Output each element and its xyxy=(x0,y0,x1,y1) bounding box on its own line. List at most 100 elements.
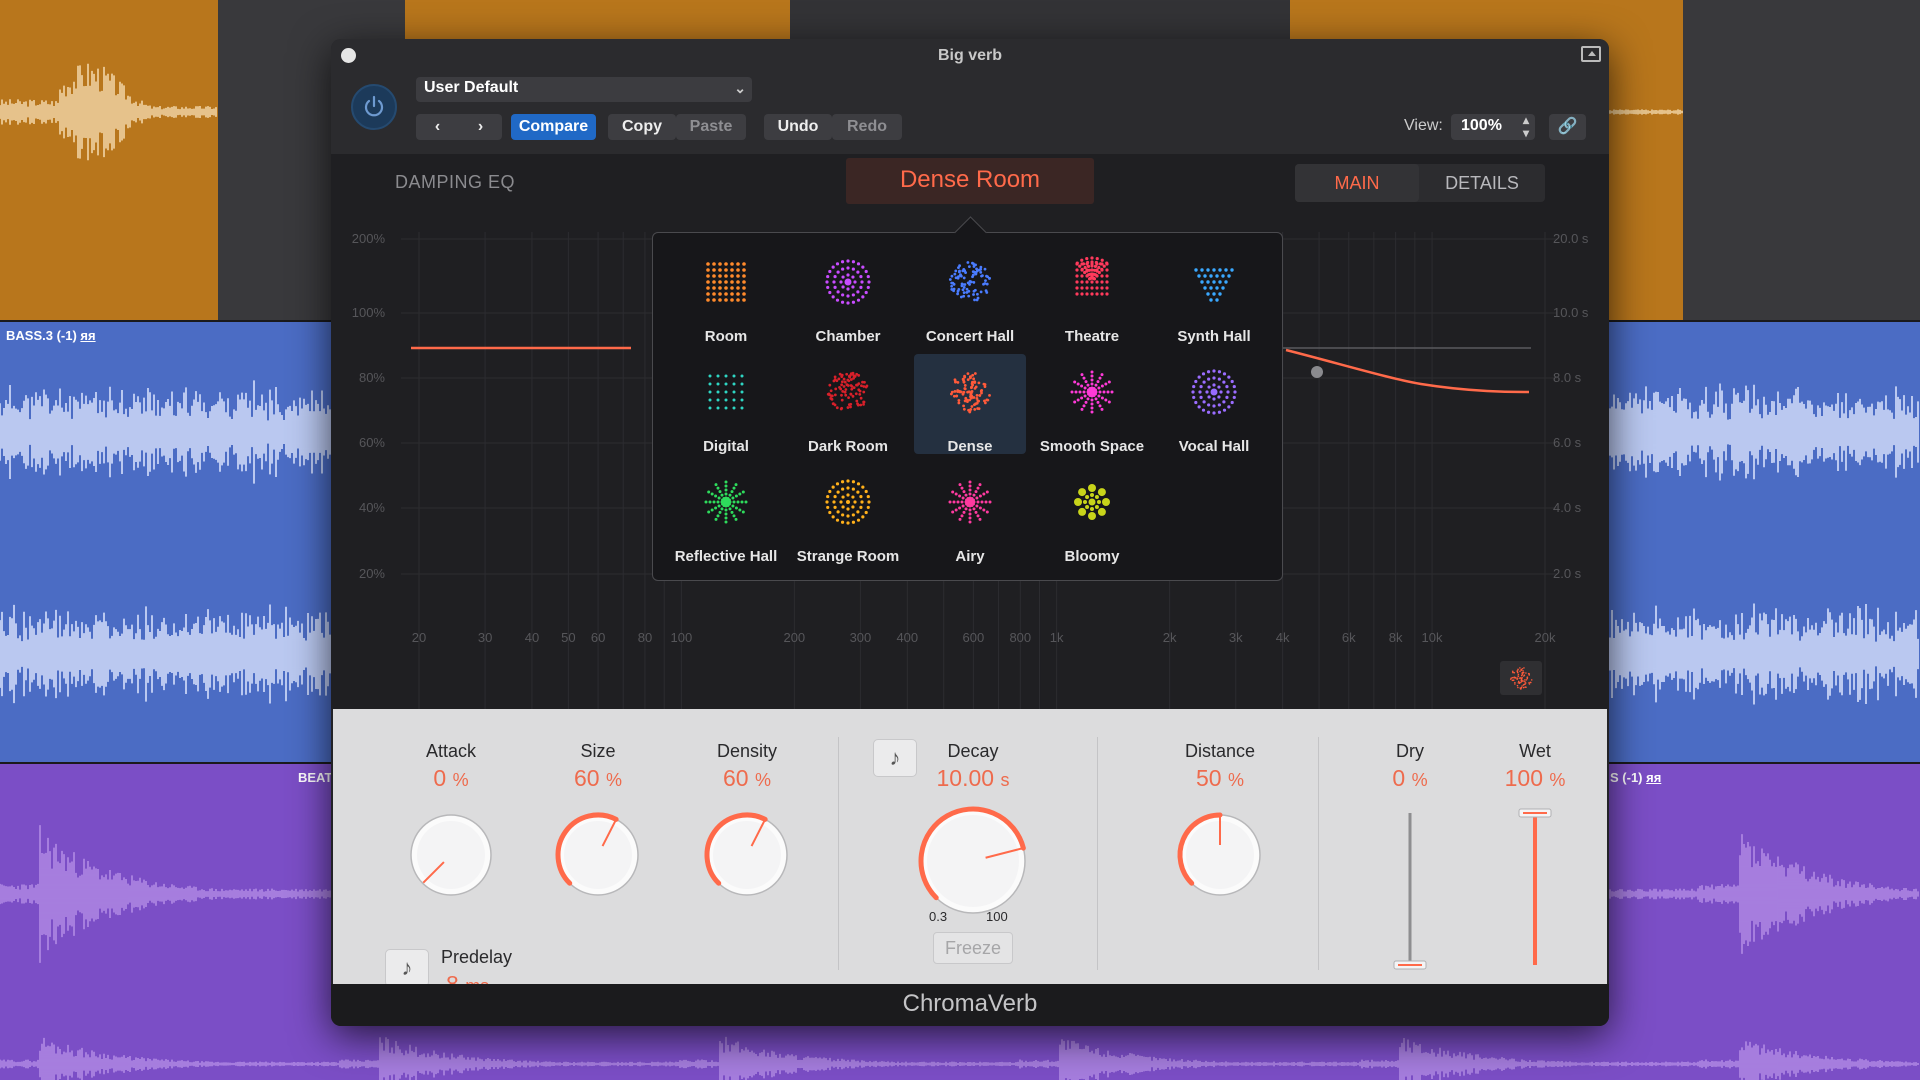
power-icon xyxy=(364,95,384,117)
wet-fader[interactable] xyxy=(1515,805,1555,975)
room-type-label: Chamber xyxy=(815,328,881,345)
room-type-airy[interactable]: Airy xyxy=(914,464,1026,565)
x-freq-label: 200 xyxy=(783,630,806,645)
stepper-icon: ▴ ▾ xyxy=(1522,113,1529,140)
room-ring-icon xyxy=(825,479,871,525)
room-type-smooth-space[interactable]: Smooth Space xyxy=(1036,354,1148,455)
room-star-icon xyxy=(1070,370,1114,414)
view-zoom-select[interactable]: 100% ▴ ▾ xyxy=(1451,114,1535,140)
dry-label: Dry xyxy=(1396,741,1424,761)
room-type-label: Bloomy xyxy=(1064,548,1120,565)
room-type-bloomy[interactable]: Bloomy xyxy=(1036,464,1148,565)
power-button[interactable] xyxy=(351,84,397,130)
room-type-label: Smooth Space xyxy=(1039,438,1145,455)
predelay-sync-button[interactable]: ♪ xyxy=(385,949,429,987)
density-knob[interactable] xyxy=(702,810,792,900)
decay-label: Decay xyxy=(947,741,999,761)
room-icon-button[interactable] xyxy=(1500,661,1542,695)
room-type-concert-hall[interactable]: Concert Hall xyxy=(914,244,1026,345)
next-preset-button[interactable]: › xyxy=(459,114,502,140)
tab-main[interactable]: MAIN xyxy=(1295,164,1419,202)
room-fan-icon xyxy=(1075,256,1109,296)
expand-icon[interactable] xyxy=(1581,46,1601,62)
distance-label: Distance xyxy=(1184,741,1256,761)
attack-label: Attack xyxy=(425,741,477,761)
room-type-reflective-hall[interactable]: Reflective Hall xyxy=(670,464,782,565)
y-right-label: 4.0 s xyxy=(1553,500,1582,515)
room-dense-icon xyxy=(948,261,991,302)
room-burst-icon xyxy=(948,480,992,524)
compare-button[interactable]: Compare xyxy=(511,114,596,140)
empty-lane xyxy=(1683,0,1920,320)
audio-region-top-left[interactable] xyxy=(0,0,218,320)
undo-button[interactable]: Undo xyxy=(764,114,832,140)
preset-selector[interactable]: User Default ⌄ xyxy=(416,77,752,102)
y-right-label: 2.0 s xyxy=(1553,566,1582,581)
music-note-icon: ♪ xyxy=(401,955,413,980)
divider xyxy=(1097,737,1098,970)
room-type-label: Digital xyxy=(703,438,749,455)
preset-nav-group: ‹ › xyxy=(416,114,502,140)
room-type-button[interactable]: Dense Room xyxy=(846,158,1094,204)
redo-button[interactable]: Redo xyxy=(832,114,902,140)
freeze-button[interactable]: Freeze xyxy=(933,932,1013,964)
view-label: View: xyxy=(1404,117,1443,134)
room-type-digital[interactable]: Digital xyxy=(670,354,782,455)
distance-knob[interactable] xyxy=(1175,810,1265,900)
prev-preset-button[interactable]: ‹ xyxy=(416,114,459,140)
room-type-room[interactable]: Room xyxy=(670,244,782,345)
room-type-theatre[interactable]: Theatre xyxy=(1036,244,1148,345)
wet-value[interactable]: 100 % xyxy=(1480,765,1590,792)
divider xyxy=(1318,737,1319,970)
density-value[interactable]: 60 % xyxy=(687,765,807,792)
x-freq-label: 100 xyxy=(670,630,693,645)
paste-button[interactable]: Paste xyxy=(676,114,746,140)
room-type-vocal-hall[interactable]: Vocal Hall xyxy=(1158,354,1270,455)
room-type-dark-room[interactable]: Dark Room xyxy=(792,354,904,455)
y-left-label: 100% xyxy=(351,305,385,320)
room-circle-icon xyxy=(825,259,871,305)
decay-knob[interactable] xyxy=(913,801,1033,921)
room-type-label: Dense xyxy=(947,438,993,455)
x-freq-label: 400 xyxy=(896,630,919,645)
link-button[interactable]: 🔗 xyxy=(1549,114,1586,140)
room-sparse-icon xyxy=(708,374,744,410)
chromaverb-window: Big verb User Default ⌄ ‹ › Compare Copy … xyxy=(331,39,1609,1026)
tab-details[interactable]: DETAILS xyxy=(1419,164,1545,202)
divider xyxy=(838,737,839,970)
attack-knob[interactable] xyxy=(406,810,496,900)
room-type-label: Concert Hall xyxy=(925,328,1015,345)
room-type-label: Theatre xyxy=(1064,328,1120,345)
dry-value[interactable]: 0 % xyxy=(1360,765,1460,792)
y-right-label: 8.0 s xyxy=(1553,370,1582,385)
room-type-dense[interactable]: Dense xyxy=(914,354,1026,455)
window-title: Big verb xyxy=(937,47,1002,64)
y-right-label: 6.0 s xyxy=(1553,435,1582,450)
distance-value[interactable]: 50 % xyxy=(1155,765,1285,792)
x-freq-label: 2k xyxy=(1162,630,1177,645)
y-right-label: 20.0 s xyxy=(1553,231,1589,246)
predelay-label: Predelay xyxy=(441,947,513,967)
room-type-label: Synth Hall xyxy=(1177,328,1251,345)
room-type-synth-hall[interactable]: Synth Hall xyxy=(1158,244,1270,345)
copy-button[interactable]: Copy xyxy=(608,114,676,140)
damping-handle[interactable] xyxy=(1311,366,1323,378)
view-tabs: MAIN DETAILS xyxy=(1295,164,1545,202)
link-icon: 🔗 xyxy=(1557,118,1578,135)
chevron-down-icon: ⌄ xyxy=(734,80,746,96)
dry-fader[interactable] xyxy=(1390,805,1430,975)
view-zoom-value: 100% xyxy=(1461,117,1502,134)
room-type-chamber[interactable]: Chamber xyxy=(792,244,904,345)
size-knob[interactable] xyxy=(553,810,643,900)
room-type-strange-room[interactable]: Strange Room xyxy=(792,464,904,565)
room-tri-icon xyxy=(1194,268,1234,302)
title-bar: Big verb User Default ⌄ ‹ › Compare Copy … xyxy=(331,39,1609,154)
x-freq-label: 4k xyxy=(1275,630,1290,645)
decay-value[interactable]: 10.00 s xyxy=(908,765,1038,792)
x-freq-label: 30 xyxy=(477,630,493,645)
y-left-label: 80% xyxy=(358,370,385,385)
x-freq-label: 20k xyxy=(1534,630,1556,645)
size-value[interactable]: 60 % xyxy=(538,765,658,792)
x-freq-label: 8k xyxy=(1388,630,1403,645)
attack-value[interactable]: 0 % xyxy=(391,765,511,792)
